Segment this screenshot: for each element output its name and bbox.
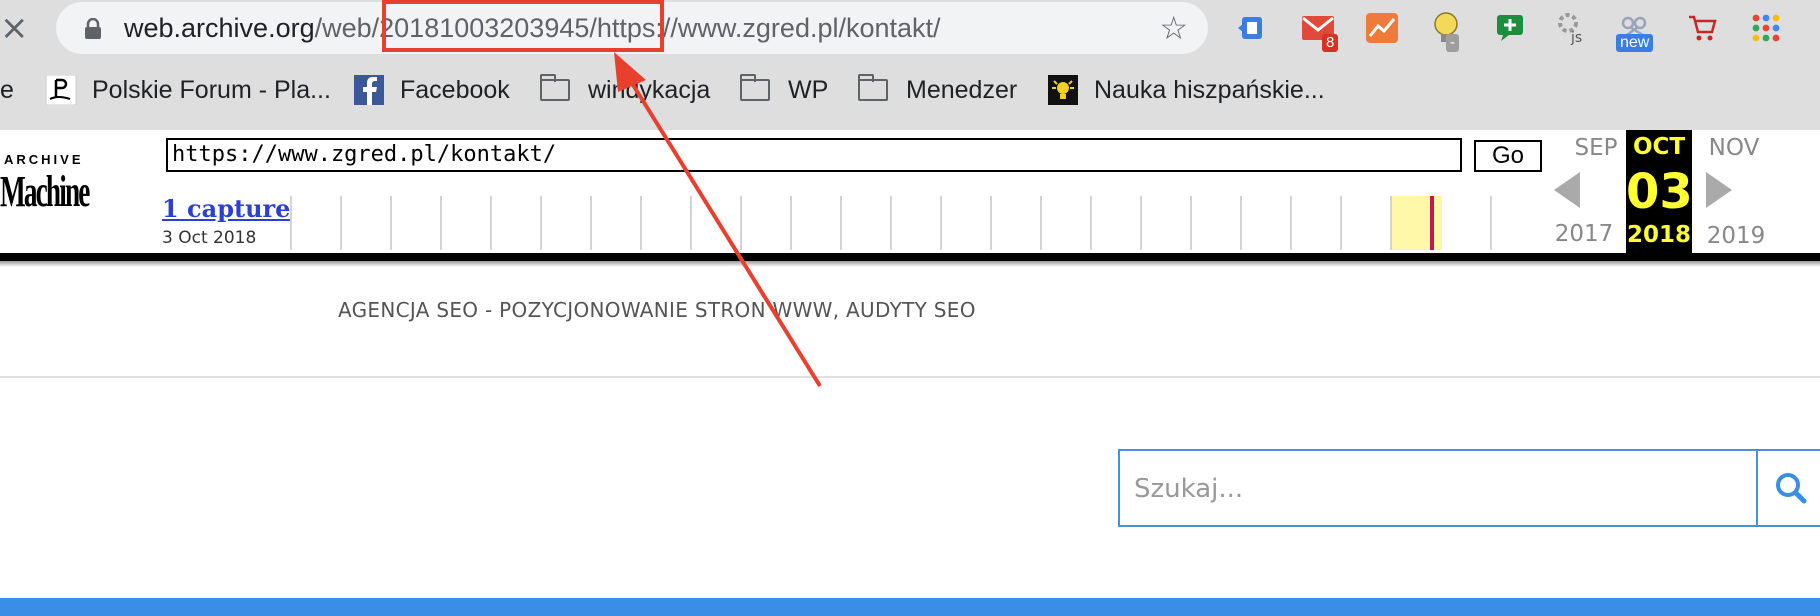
sparkline-year-divider (940, 196, 942, 250)
sparkline-year-divider (640, 196, 642, 250)
chat-plus-icon[interactable] (1492, 10, 1528, 46)
header-divider (0, 376, 1820, 378)
facebook-icon (354, 75, 384, 105)
sparkline-year-divider (890, 196, 892, 250)
bookmark-item-windykacja[interactable]: windykacja (540, 70, 710, 110)
sparkline-year-divider (1490, 196, 1492, 250)
sparkline-year-divider (490, 196, 492, 250)
sparkline-year-divider (340, 196, 342, 250)
sparkline-year-divider (990, 196, 992, 250)
bookmark-item-truncated[interactable]: e (0, 70, 14, 110)
bookmark-item-wp[interactable]: WP (740, 70, 828, 110)
lightbulb-favicon-icon (1048, 75, 1078, 105)
extension-blue-icon[interactable] (1234, 10, 1270, 46)
search-input[interactable] (1132, 451, 1736, 527)
search-button[interactable] (1756, 449, 1820, 527)
sparkline-year-divider (290, 196, 292, 250)
next-month-label[interactable]: NOV (1700, 135, 1768, 161)
current-day: 03 (1626, 164, 1693, 220)
current-month: OCT (1632, 134, 1686, 160)
current-year: 2018 (1626, 222, 1691, 248)
bookmark-label: WP (788, 75, 829, 104)
sparkline-year-divider (540, 196, 542, 250)
scissors-badge-new: new (1616, 34, 1654, 52)
bookmark-item-menedzer[interactable]: Menedzer (858, 70, 1017, 110)
bookmark-label: Facebook (400, 75, 510, 104)
sparkline-year-divider (590, 196, 592, 250)
site-tagline: AGENCJA SEO - POZYCJONOWANIE STRON WWW, … (338, 298, 976, 322)
sparkline-year-divider (1290, 196, 1292, 250)
wayback-toolbar-shadow (0, 261, 1820, 267)
sparkline-year-divider (1240, 196, 1242, 250)
analytics-icon[interactable] (1364, 10, 1400, 46)
folder-icon (740, 74, 770, 101)
wayback-logo[interactable]: Machine (0, 166, 90, 217)
cart-icon[interactable] (1684, 10, 1720, 46)
sparkline-year-divider (1090, 196, 1092, 250)
bookmark-item-facebook[interactable]: Facebook (352, 70, 510, 110)
js-gear-icon[interactable]: js (1554, 10, 1590, 46)
lightbulb-badge: - (1446, 34, 1459, 52)
gmail-badge: 8 (1322, 34, 1339, 52)
playstation-icon (45, 75, 77, 105)
bookmark-label: e (0, 75, 14, 104)
bookmark-label: Polskie Forum - Pla... (92, 75, 331, 104)
sparkline-year-divider (1340, 196, 1342, 250)
go-button[interactable]: Go (1474, 140, 1542, 172)
timestamp-highlight-box (382, 0, 664, 52)
prev-capture-arrow-icon[interactable] (1554, 172, 1580, 208)
apps-grid-icon[interactable] (1748, 10, 1784, 46)
svg-text:js: js (1570, 30, 1582, 45)
lock-icon (85, 18, 101, 39)
wayback-url-input[interactable]: https://www.zgred.pl/kontakt/ (166, 138, 1462, 172)
bookmark-star-icon[interactable]: ☆ (1159, 10, 1188, 46)
sparkline-year-divider (1040, 196, 1042, 250)
sparkline-year-divider (740, 196, 742, 250)
sparkline-year-divider (1190, 196, 1192, 250)
next-year-label[interactable]: 2019 (1700, 223, 1772, 249)
folder-icon (858, 74, 888, 101)
search-box (1118, 449, 1758, 527)
bookmark-item-nauka[interactable]: Nauka hiszpańskie... (1046, 70, 1325, 110)
sparkline-current-year-highlight (1392, 196, 1442, 250)
sparkline-year-divider (440, 196, 442, 250)
bookmark-label: Nauka hiszpańskie... (1094, 75, 1325, 104)
captures-link[interactable]: 1 capture (162, 194, 290, 223)
close-icon[interactable]: × (0, 10, 30, 46)
sparkline-year-divider (690, 196, 692, 250)
next-capture-arrow-icon[interactable] (1706, 172, 1732, 208)
prev-month-label[interactable]: SEP (1566, 135, 1626, 161)
sparkline-year-divider (840, 196, 842, 250)
wayback-logo-top: ARCHIVE (4, 152, 84, 167)
url-host: web.archive.org (124, 13, 315, 43)
search-icon (1776, 473, 1807, 504)
sparkline-capture-mark (1430, 196, 1434, 250)
bookmark-label: windykacja (588, 75, 711, 104)
wayback-toolbar-border (0, 253, 1820, 261)
footer-accent-bar (0, 598, 1820, 616)
prev-year-label[interactable]: 2017 (1550, 221, 1618, 247)
bookmark-label: Menedzer (906, 75, 1018, 104)
capture-date: 3 Oct 2018 (162, 228, 257, 248)
sparkline-year-divider (1390, 196, 1392, 250)
capture-sparkline[interactable] (290, 196, 1542, 250)
sparkline-year-divider (1140, 196, 1142, 250)
folder-icon (540, 74, 570, 101)
sparkline-year-divider (790, 196, 792, 250)
sparkline-year-divider (390, 196, 392, 250)
bookmark-item-polskie-forum[interactable]: Polskie Forum - Pla... (44, 70, 331, 110)
